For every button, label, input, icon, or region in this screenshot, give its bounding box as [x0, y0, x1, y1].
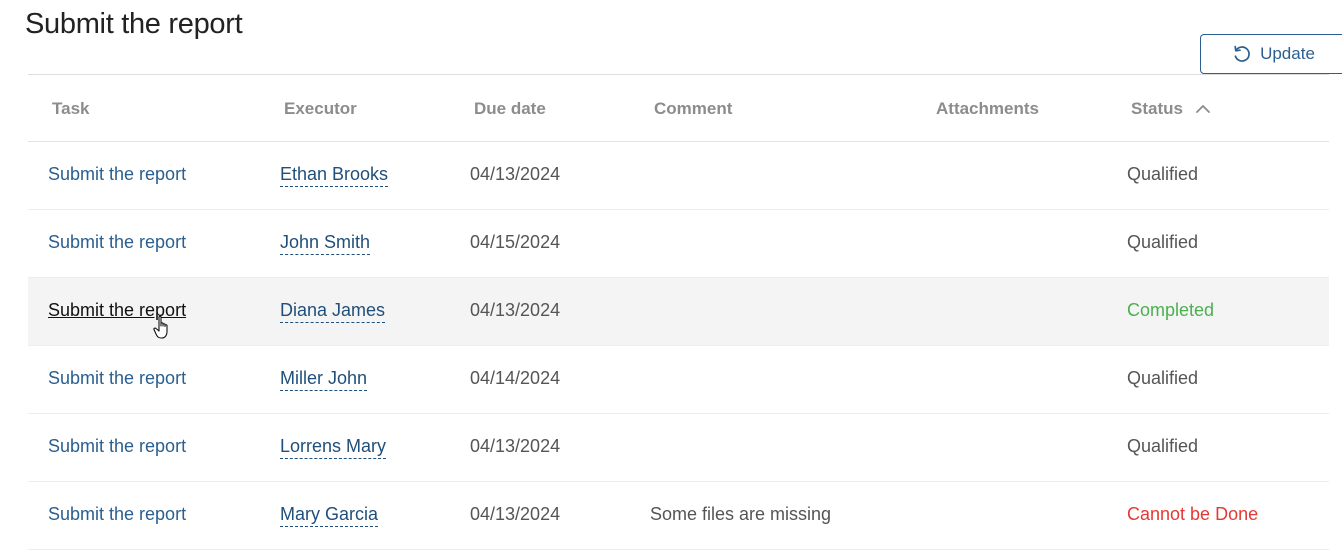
page-title: Submit the report — [25, 8, 243, 40]
update-button[interactable]: Update — [1200, 34, 1342, 74]
table-row[interactable]: Submit the report Diana James 04/13/2024 Co… — [28, 278, 1329, 346]
column-header-status-label: Status — [1131, 99, 1183, 118]
chevron-up-icon[interactable] — [1195, 98, 1210, 118]
table-row[interactable]: Submit the report Ethan Brooks 04/13/2024 Q… — [28, 142, 1329, 210]
table-row[interactable]: Submit the report Miller John 04/14/2024 Qu… — [28, 346, 1329, 414]
executor-link[interactable]: Miller John — [280, 368, 368, 391]
column-header-due-date[interactable]: Due date — [474, 99, 546, 119]
due-date: 04/15/2024 — [470, 232, 561, 252]
executor-link[interactable]: Diana James — [280, 300, 386, 323]
update-button-label: Update — [1260, 44, 1315, 63]
column-header-status[interactable]: Status — [1131, 99, 1210, 119]
status-text: Qualified — [1127, 164, 1199, 184]
executor-link[interactable]: John Smith — [280, 232, 371, 255]
table-header: Task Executor Due date Comment Attachmen… — [28, 75, 1329, 142]
due-date: 04/14/2024 — [470, 368, 561, 388]
status-text: Qualified — [1127, 368, 1199, 388]
table-row[interactable]: Submit the report Lorrens Mary 04/13/2024 Q… — [28, 414, 1329, 482]
due-date: 04/13/2024 — [470, 164, 561, 184]
executor-link[interactable]: Mary Garcia — [280, 504, 379, 527]
task-link[interactable]: Submit the report — [48, 164, 186, 184]
tasks-table: Task Executor Due date Comment Attachmen… — [28, 74, 1329, 550]
due-date: 04/13/2024 — [470, 504, 561, 524]
task-link[interactable]: Submit the report — [48, 368, 186, 388]
comment: Some files are missing — [650, 504, 832, 524]
task-link[interactable]: Submit the report — [48, 436, 186, 456]
table-body: Submit the report Ethan Brooks 04/13/2024 Q… — [28, 142, 1329, 550]
executor-link[interactable]: Lorrens Mary — [280, 436, 387, 459]
executor-link[interactable]: Ethan Brooks — [280, 164, 389, 187]
status-text: Qualified — [1127, 436, 1199, 456]
column-header-task[interactable]: Task — [52, 99, 90, 119]
due-date: 04/13/2024 — [470, 436, 561, 456]
refresh-icon — [1232, 44, 1252, 64]
status-text: Cannot be Done — [1127, 504, 1259, 524]
column-header-executor[interactable]: Executor — [284, 99, 357, 119]
task-link[interactable]: Submit the report — [48, 504, 186, 524]
column-header-comment[interactable]: Comment — [654, 99, 732, 119]
status-text: Qualified — [1127, 232, 1199, 252]
status-text: Completed — [1127, 300, 1215, 320]
table-row[interactable]: Submit the report John Smith 04/15/2024 Qua… — [28, 210, 1329, 278]
task-link[interactable]: Submit the report — [48, 300, 186, 320]
table-row[interactable]: Submit the report Mary Garcia 04/13/2024 So… — [28, 482, 1329, 550]
due-date: 04/13/2024 — [470, 300, 561, 320]
task-link[interactable]: Submit the report — [48, 232, 186, 252]
column-header-attachments[interactable]: Attachments — [936, 99, 1039, 119]
